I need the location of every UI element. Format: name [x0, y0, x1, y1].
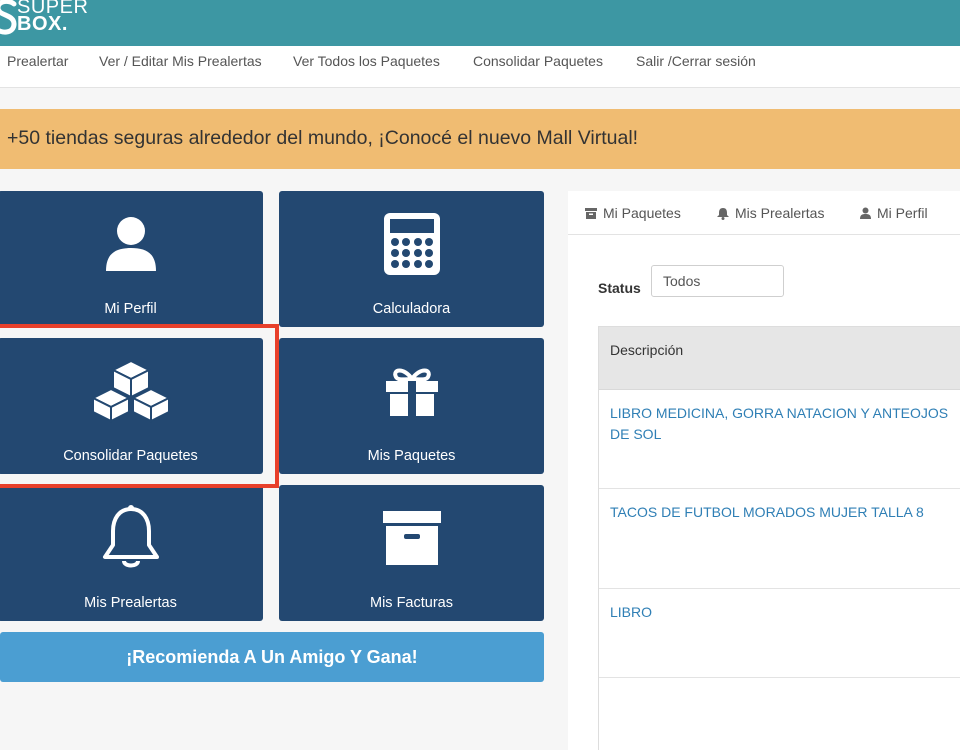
cubes-icon	[0, 356, 263, 426]
status-label: Status	[598, 280, 641, 296]
calculator-icon	[279, 209, 544, 279]
tile-label: Calculadora	[372, 301, 451, 317]
tile-label: Mi Perfil	[104, 301, 157, 317]
tile-calculadora[interactable]: Calculadora	[279, 191, 544, 327]
tab-label: Mis Prealertas	[735, 205, 825, 221]
logo-text-bottom: BOX.	[17, 13, 68, 35]
user-icon	[860, 207, 871, 219]
gift-icon	[279, 356, 544, 426]
tab-label: Mi Paquetes	[603, 205, 681, 221]
panel-tabs: Mi Paquetes Mis Prealertas Mi Perfil	[568, 191, 960, 235]
nav-logout[interactable]: Salir /Cerrar sesión	[636, 53, 756, 69]
tile-mis-paquetes[interactable]: Mis Paquetes	[279, 338, 544, 474]
archive-icon	[279, 503, 544, 573]
table-row	[599, 678, 960, 750]
refer-friend-label: ¡Recomienda A Un Amigo Y Gana!	[126, 647, 418, 667]
tile-consolidar-paquetes[interactable]: Consolidar Paquetes	[0, 338, 263, 474]
nav-consolidar-paquetes[interactable]: Consolidar Paquetes	[473, 53, 603, 69]
table-row: LIBRO	[599, 589, 960, 678]
promo-banner[interactable]: +50 tiendas seguras alrededor del mundo,…	[0, 109, 960, 169]
column-header-descripcion[interactable]: Descripción	[610, 342, 683, 358]
packages-panel: Mi Paquetes Mis Prealertas Mi Perfil Sta…	[568, 191, 960, 750]
tile-label: Mis Paquetes	[367, 448, 456, 464]
packages-table: Descripción LIBRO MEDICINA, GORRA NATACI…	[598, 326, 960, 750]
main-nav: Prealertar Ver / Editar Mis Prealertas V…	[0, 46, 960, 88]
banner-text[interactable]: +50 tiendas seguras alrededor del mundo,…	[7, 127, 638, 150]
nav-ver-todos-paquetes[interactable]: Ver Todos los Paquetes	[293, 53, 440, 69]
tab-label: Mi Perfil	[877, 205, 928, 221]
package-description-link[interactable]: LIBRO	[610, 602, 960, 623]
brand-logo[interactable]: SUPER BOX.	[0, 0, 102, 40]
tile-label: Mis Prealertas	[84, 595, 177, 611]
tile-label: Consolidar Paquetes	[63, 448, 198, 464]
table-header: Descripción	[599, 327, 960, 390]
top-bar: SUPER BOX.	[0, 0, 960, 46]
bell-icon	[0, 503, 263, 573]
table-row: LIBRO MEDICINA, GORRA NATACION Y ANTEOJO…	[599, 390, 960, 489]
tile-mis-facturas[interactable]: Mis Facturas	[279, 485, 544, 621]
user-icon	[0, 209, 263, 279]
refer-friend-button[interactable]: ¡Recomienda A Un Amigo Y Gana!	[0, 632, 544, 682]
tab-mi-perfil[interactable]: Mi Perfil	[860, 205, 928, 221]
bell-icon	[717, 207, 729, 220]
package-description-link[interactable]: LIBRO MEDICINA, GORRA NATACION Y ANTEOJO…	[610, 403, 960, 445]
tab-mis-prealertas[interactable]: Mis Prealertas	[717, 205, 824, 221]
tile-mi-perfil[interactable]: Mi Perfil	[0, 191, 263, 327]
tile-mis-prealertas[interactable]: Mis Prealertas	[0, 485, 263, 621]
tile-label: Mis Facturas	[370, 595, 453, 611]
tab-mi-paquetes[interactable]: Mi Paquetes	[585, 205, 681, 221]
archive-icon	[585, 207, 597, 219]
status-select[interactable]: Todos	[651, 265, 784, 297]
package-description-link[interactable]: TACOS DE FUTBOL MORADOS MUJER TALLA 8	[610, 502, 960, 523]
table-row: TACOS DE FUTBOL MORADOS MUJER TALLA 8	[599, 489, 960, 589]
nav-prealertar[interactable]: Prealertar	[7, 53, 68, 69]
nav-ver-editar-prealertas[interactable]: Ver / Editar Mis Prealertas	[99, 53, 262, 69]
